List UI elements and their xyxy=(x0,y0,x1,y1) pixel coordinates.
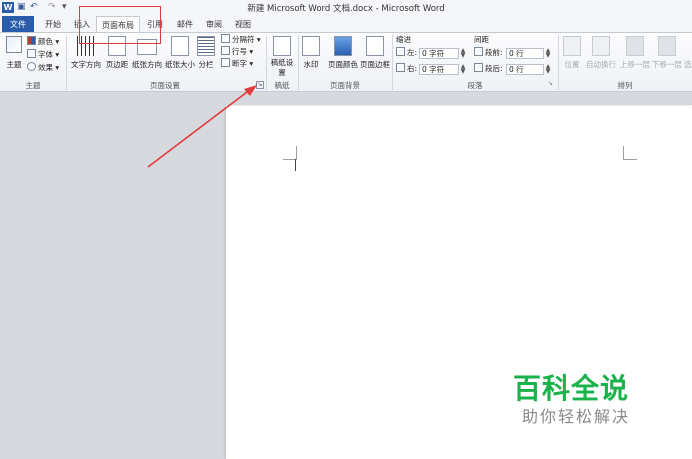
indent-left-spinner-icon[interactable]: ▲ ▼ xyxy=(459,48,467,59)
tab-view[interactable]: 视图 xyxy=(230,16,256,33)
send-backward-button[interactable]: 下移一层 xyxy=(652,34,682,78)
indent-right-spinner-icon[interactable]: ▲ ▼ xyxy=(459,64,467,75)
line-numbers-icon xyxy=(221,46,230,55)
wrap-text-button[interactable]: 自动换行 xyxy=(586,34,616,78)
tab-mailings[interactable]: 邮件 xyxy=(172,16,198,33)
hyphenation-icon xyxy=(221,58,230,67)
highlight-arrow xyxy=(147,85,257,168)
breaks-button[interactable]: 分隔符 ▾ xyxy=(221,34,261,46)
line-numbers-button[interactable]: 行号 ▾ xyxy=(221,46,253,58)
manuscript-group-label: 稿纸 xyxy=(274,81,290,90)
themes-button[interactable]: 主题 xyxy=(3,34,25,78)
line-numbers-label: 行号 xyxy=(232,47,247,56)
save-icon[interactable]: ▣ xyxy=(17,2,27,13)
indent-right-icon xyxy=(396,63,405,72)
arrange-group-label: 排列 xyxy=(617,81,633,90)
manuscript-settings-label: 稿纸设置 xyxy=(270,58,294,77)
paragraph-dialog-launcher-icon[interactable]: ↘ xyxy=(548,81,556,89)
watermark-subtitle: 助你轻松解决 xyxy=(522,407,631,426)
themes-button-label: 主题 xyxy=(6,60,22,69)
space-after-icon xyxy=(474,63,483,72)
paper-size-icon xyxy=(171,36,189,56)
theme-effects-label: 效果 xyxy=(38,63,53,72)
send-backward-icon xyxy=(658,36,676,56)
space-before-icon xyxy=(474,47,483,56)
breaks-label: 分隔符 xyxy=(232,35,255,44)
effects-icon xyxy=(27,62,36,71)
margin-corner-mark xyxy=(296,146,297,160)
paragraph-group-label: 段落 xyxy=(467,81,483,90)
hyphenation-label: 断字 xyxy=(232,59,247,68)
send-backward-label: 下移一层 xyxy=(652,60,682,69)
indent-title: 缩进 xyxy=(396,35,411,44)
indent-left-icon xyxy=(396,47,405,56)
space-before-label: 段前: xyxy=(474,47,503,59)
watermark-button[interactable]: 水印 xyxy=(300,34,322,78)
page-color-button[interactable]: 页面颜色 xyxy=(327,34,359,78)
tab-file[interactable]: 文件 xyxy=(2,16,34,33)
theme-colors-label: 颜色 xyxy=(38,37,53,46)
columns-label: 分栏 xyxy=(198,60,214,69)
page-borders-label: 页面边框 xyxy=(360,60,390,69)
space-before-spinner-icon[interactable]: ▲ ▼ xyxy=(544,48,552,59)
page-background-group-label: 页面背景 xyxy=(330,81,360,90)
font-icon xyxy=(27,49,36,58)
indent-left-input[interactable]: 0 字符 xyxy=(419,48,459,59)
bring-forward-button[interactable]: 上移一层 xyxy=(620,34,650,78)
redo-icon[interactable]: ↷ xyxy=(48,2,58,13)
indent-left-text: 左: xyxy=(407,48,418,57)
margin-corner-mark xyxy=(623,146,624,160)
manuscript-icon xyxy=(273,36,291,56)
themes-icon xyxy=(6,36,22,53)
hyphenation-button[interactable]: 断字 ▾ xyxy=(221,58,253,70)
watermark-title: 百科全说 xyxy=(513,372,630,405)
indent-right-label: 右: xyxy=(396,63,417,75)
text-cursor xyxy=(295,159,296,171)
theme-fonts-label: 字体 xyxy=(38,50,53,59)
columns-button[interactable]: 分栏 xyxy=(194,34,218,78)
space-after-input[interactable]: 0 行 xyxy=(506,64,544,75)
position-button[interactable]: 位置 xyxy=(561,34,583,78)
bring-forward-icon xyxy=(626,36,644,56)
theme-effects-button[interactable]: 效果 ▾ xyxy=(27,62,59,74)
palette-icon xyxy=(27,36,36,45)
indent-right-text: 右: xyxy=(407,64,418,73)
page-color-icon xyxy=(334,36,352,56)
manuscript-settings-button[interactable]: 稿纸设置 xyxy=(268,34,296,78)
watermark-icon xyxy=(302,36,320,56)
space-before-text: 段前: xyxy=(485,48,503,57)
tab-home[interactable]: 开始 xyxy=(40,16,66,33)
theme-fonts-button[interactable]: 字体 ▾ xyxy=(27,49,59,61)
breaks-icon xyxy=(221,34,230,43)
columns-icon xyxy=(197,36,215,56)
position-icon xyxy=(563,36,581,56)
space-before-input[interactable]: 0 行 xyxy=(506,48,544,59)
space-after-text: 段后: xyxy=(485,64,503,73)
size-button[interactable]: 纸张大小 xyxy=(164,34,196,78)
space-after-label: 段后: xyxy=(474,63,503,75)
indent-left-label: 左: xyxy=(396,47,417,59)
highlight-box xyxy=(79,6,161,44)
theme-colors-button[interactable]: 颜色 ▾ xyxy=(27,36,59,48)
tab-review[interactable]: 审阅 xyxy=(201,16,227,33)
undo-icon[interactable]: ↶ xyxy=(30,2,40,13)
space-after-spinner-icon[interactable]: ▲ ▼ xyxy=(544,64,552,75)
margin-corner-mark xyxy=(623,159,637,160)
themes-group-label: 主题 xyxy=(25,81,41,90)
page-borders-icon xyxy=(366,36,384,56)
wrap-text-icon xyxy=(592,36,610,56)
selection-pane-button[interactable]: 选 xyxy=(684,59,692,70)
spacing-title: 间距 xyxy=(474,35,489,44)
word-logo-icon[interactable]: W xyxy=(2,2,14,13)
customize-qat-icon[interactable]: ▾ xyxy=(62,2,70,13)
page-borders-button[interactable]: 页面边框 xyxy=(359,34,391,78)
indent-right-input[interactable]: 0 字符 xyxy=(419,64,459,75)
